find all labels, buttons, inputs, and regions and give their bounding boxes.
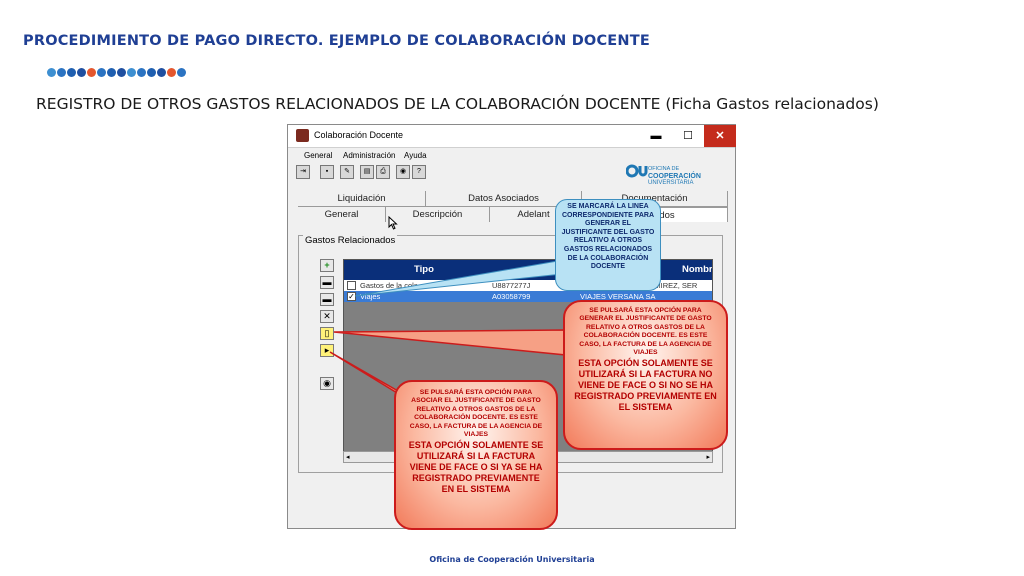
window-title: Colaboración Docente — [314, 130, 404, 140]
exit-icon[interactable]: ⇥ — [296, 165, 310, 179]
close-button[interactable]: ✕ — [704, 125, 736, 147]
decorative-dot — [67, 68, 76, 77]
scroll-right-icon[interactable]: ▸ — [706, 453, 710, 461]
footer: Oficina de Cooperación Universitaria — [429, 555, 595, 564]
menu-bar: General Administración Ayuda — [288, 148, 735, 162]
print-icon[interactable]: ⎙ — [376, 165, 390, 179]
decorative-dot — [127, 68, 136, 77]
decorative-dot — [87, 68, 96, 77]
search-icon[interactable]: ◉ — [396, 165, 410, 179]
ocu-logo-icon — [626, 164, 648, 178]
decorative-dot — [147, 68, 156, 77]
decorative-dot — [107, 68, 116, 77]
decorative-dot — [157, 68, 166, 77]
decorative-dot — [137, 68, 146, 77]
menu-ayuda[interactable]: Ayuda — [404, 151, 427, 160]
slide-title: PROCEDIMIENTO DE PAGO DIRECTO. EJEMPLO D… — [23, 33, 650, 49]
header-tipo[interactable]: Tipo — [414, 264, 434, 275]
ocu-logo-text: OFICINA DE COOPERACIÓN UNIVERSITARIA — [648, 166, 701, 186]
decorative-dot — [47, 68, 56, 77]
window-titlebar[interactable]: Colaboración Docente ▬ ☐ ✕ — [288, 125, 736, 148]
cell-tipo: Gastos de la cola — [360, 281, 418, 290]
cell-tipo: Viajes — [360, 292, 381, 301]
delete-icon[interactable]: ✕ — [320, 310, 334, 323]
left-callout: SE PULSARÁ ESTA OPCIÓN PARA ASOCIAR EL J… — [394, 380, 558, 530]
panel-label: Gastos Relacionados — [303, 235, 398, 246]
generate-document-icon[interactable]: ▯ — [320, 327, 334, 340]
open-folder-icon[interactable]: ▬ — [320, 276, 334, 289]
right-callout: SE PULSARÁ ESTA OPCIÓN PARA GENERAR EL J… — [563, 300, 728, 450]
minimize-button[interactable]: ▬ — [640, 125, 672, 147]
help-icon[interactable]: ? — [412, 165, 426, 179]
tab-general[interactable]: General — [298, 207, 386, 222]
add-icon[interactable]: + — [320, 259, 334, 272]
decorative-dot — [77, 68, 86, 77]
tab-descripcion[interactable]: Descripción — [386, 207, 490, 222]
blue-callout: SE MARCARÁ LA LINEA CORRESPONDIENTE PARA… — [555, 199, 661, 291]
mouse-cursor-icon — [388, 216, 398, 230]
tab-liquidacion[interactable]: Liquidación — [298, 191, 426, 206]
decorative-dot — [117, 68, 126, 77]
slide-subtitle: REGISTRO DE OTROS GASTOS RELACIONADOS DE… — [36, 95, 879, 113]
scroll-left-icon[interactable]: ◂ — [346, 453, 350, 461]
row-checkbox[interactable] — [347, 281, 356, 290]
header-nombre[interactable]: Nombr — [682, 264, 712, 275]
decorative-dot — [167, 68, 176, 77]
open-icon[interactable]: ▤ — [360, 165, 374, 179]
decorative-dot — [57, 68, 66, 77]
menu-administracion[interactable]: Administración — [343, 151, 395, 160]
cell-documento: A03058799 — [492, 292, 531, 301]
decorative-dots — [47, 68, 186, 77]
row-checkbox[interactable]: ✓ — [347, 292, 356, 301]
tab-row-1: Liquidación Datos Asociados Documentació… — [298, 191, 728, 207]
save-icon[interactable]: ▪ — [320, 165, 334, 179]
menu-general[interactable]: General — [304, 151, 332, 160]
app-icon — [296, 129, 309, 142]
open-folder-2-icon[interactable]: ▬ — [320, 293, 334, 306]
maximize-button[interactable]: ☐ — [672, 125, 704, 147]
decorative-dot — [97, 68, 106, 77]
search-document-icon[interactable]: ◉ — [320, 377, 334, 390]
edit-icon[interactable]: ✎ — [340, 165, 354, 179]
associate-document-icon[interactable]: ▸ — [320, 344, 334, 357]
tab-row-2: General Descripción Adelant acionados — [298, 207, 728, 222]
decorative-dot — [177, 68, 186, 77]
